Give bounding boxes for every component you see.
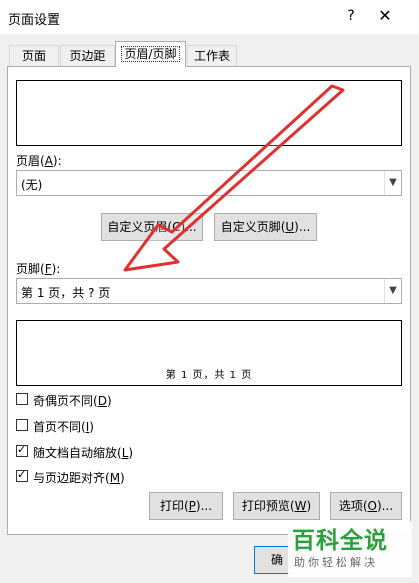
checkbox-odd-even-box[interactable] [16, 393, 28, 405]
tab-margins-label: 页边距 [69, 49, 106, 63]
checkbox-first-page-box[interactable] [16, 419, 28, 431]
tab-sheet-label: 工作表 [193, 49, 230, 63]
print-preview-button[interactable]: 打印预览(W) [233, 492, 320, 520]
print-button[interactable]: 打印(P)... [149, 492, 223, 520]
tab-header-footer[interactable]: 页眉/页脚 [115, 41, 186, 67]
footer-select-value: 第 1 页，共 ? 页 [21, 286, 111, 300]
footer-preview-text: 第 1 页，共 1 页 [165, 370, 253, 381]
checkbox-scale-with-doc-label: 随文档自动缩放(L) [33, 446, 134, 460]
footer-preview: 第 1 页，共 1 页 [16, 320, 402, 386]
ok-button[interactable]: 确 [254, 546, 290, 574]
header-select[interactable]: (无) ▼ [16, 170, 402, 196]
header-preview [16, 80, 402, 146]
watermark: 百科全说 助你轻松解决 [288, 521, 412, 577]
checkbox-odd-even-label: 奇偶页不同(D) [33, 394, 112, 408]
options-button[interactable]: 选项(O)... [330, 492, 402, 520]
checkbox-align-margins-label: 与页边距对齐(M) [33, 471, 125, 485]
close-button[interactable]: ✕ [371, 4, 399, 28]
header-select-value: (无) [21, 178, 43, 192]
tab-page-label: 页面 [21, 49, 46, 63]
tab-page[interactable]: 页面 [9, 45, 59, 66]
watermark-subtitle: 助你轻松解决 [294, 556, 378, 569]
header-label: 页眉(A): [16, 154, 62, 168]
checkbox-first-page-label: 首页不同(I) [33, 420, 94, 434]
checkmark-icon[interactable] [16, 443, 28, 457]
footer-label: 页脚(F): [16, 262, 61, 276]
chevron-down-icon: ▼ [384, 171, 401, 195]
tab-margins[interactable]: 页边距 [60, 45, 115, 66]
tab-header-footer-label: 页眉/页脚 [121, 46, 180, 62]
custom-footer-button[interactable]: 自定义页脚(U)... [214, 213, 317, 241]
help-button[interactable]: ? [341, 4, 361, 28]
checkmark-icon[interactable] [16, 468, 28, 482]
footer-select[interactable]: 第 1 页，共 ? 页 ▼ [16, 278, 402, 304]
tab-sheet[interactable]: 工作表 [187, 45, 237, 66]
watermark-title: 百科全说 [292, 528, 388, 554]
dialog-title: 页面设置 [8, 13, 61, 28]
custom-header-button[interactable]: 自定义页眉(C)... [101, 213, 203, 241]
title-bar: 页面设置 ? ✕ [0, 0, 419, 34]
chevron-down-icon: ▼ [384, 279, 401, 303]
